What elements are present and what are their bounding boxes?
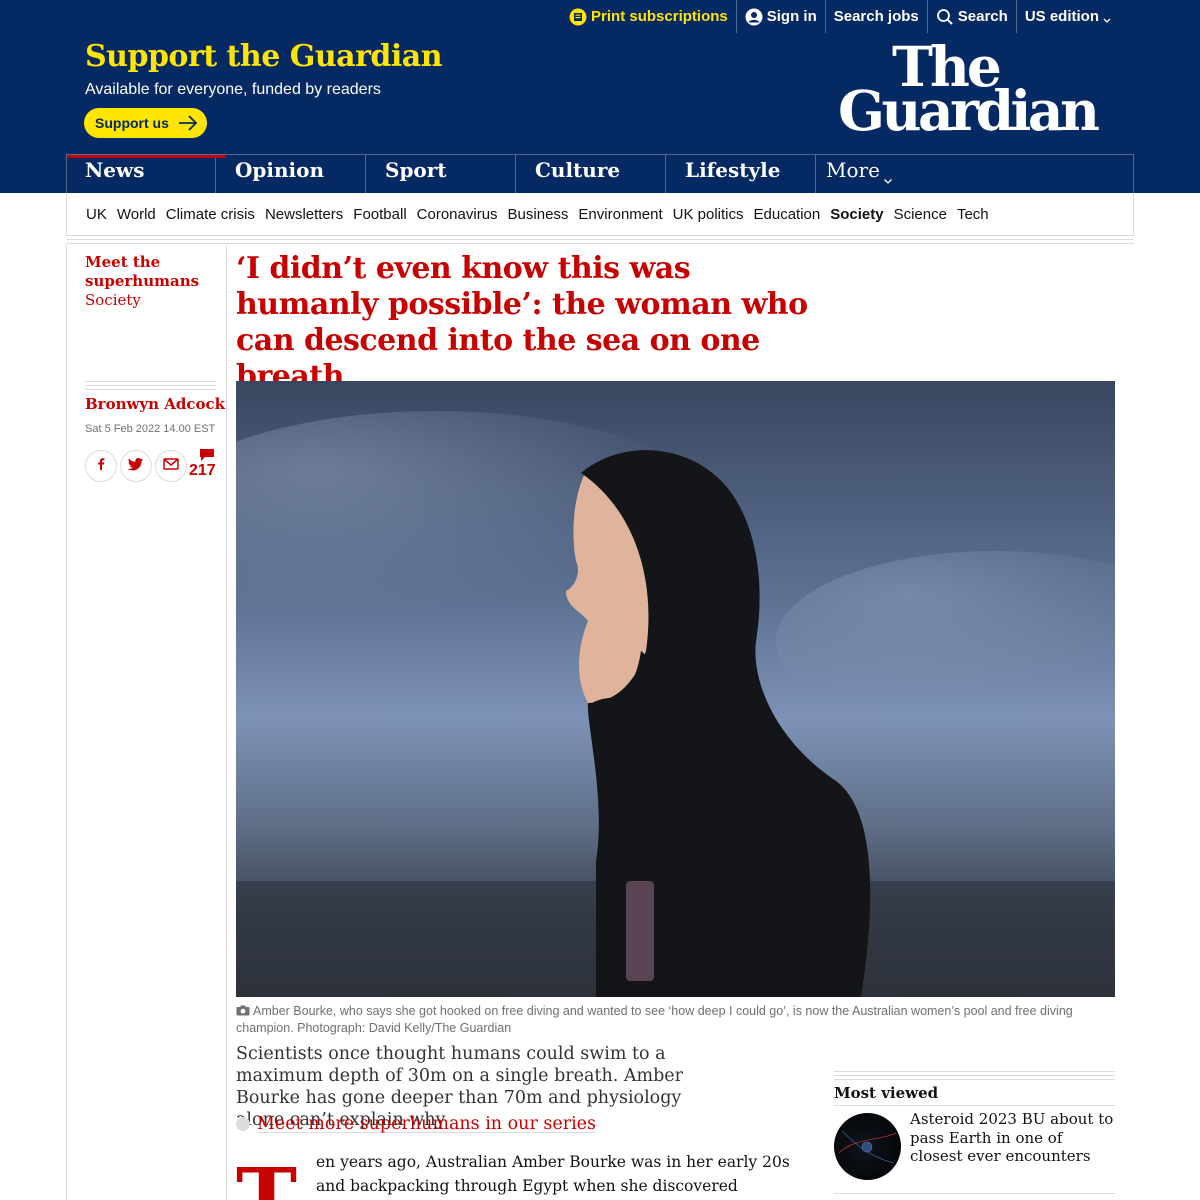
comments-link[interactable]: 217 — [189, 448, 221, 482]
photo-caption-text: Amber Bourke, who says she got hooked on… — [236, 1004, 1073, 1035]
sign-in-label: Sign in — [766, 8, 817, 25]
chevron-down-icon — [1102, 12, 1112, 23]
logo-guardian: Guardian — [838, 78, 1100, 143]
diver-portrait-illustration — [236, 381, 1115, 997]
subnav-item-environment[interactable]: Environment — [578, 206, 662, 223]
search-link[interactable]: Search — [926, 0, 1016, 33]
most-viewed-rule — [834, 1105, 1115, 1106]
sign-in-link[interactable]: Sign in — [735, 0, 825, 33]
pillar-more[interactable]: More — [816, 154, 1134, 193]
support-us-label: Support us — [95, 115, 169, 131]
article-body: en years ago, Australian Amber Bourke wa… — [316, 1153, 790, 1195]
subnav-item-world[interactable]: World — [117, 206, 156, 223]
drop-cap: T — [236, 1151, 298, 1200]
author-name[interactable]: Bronwyn Adcock — [85, 395, 225, 413]
byline-divider — [85, 381, 216, 393]
nav-divider — [66, 235, 1134, 245]
search-label: Search — [957, 8, 1008, 25]
sub-nav: UK World Climate crisis Newsletters Foot… — [66, 193, 1134, 235]
pillar-nav: News Opinion Sport Culture Lifestyle Mor… — [66, 154, 1134, 193]
most-viewed-headline[interactable]: Asteroid 2023 BU about to pass Earth in … — [910, 1110, 1115, 1166]
subnav-item-uk-politics[interactable]: UK politics — [673, 206, 744, 223]
search-jobs-link[interactable]: Search jobs — [824, 0, 927, 33]
share-email-button[interactable] — [155, 450, 187, 482]
chevron-down-icon — [883, 167, 893, 184]
subnav-item-newsletters[interactable]: Newsletters — [265, 206, 343, 223]
top-bar: Print subscriptions Sign in Search jobs … — [0, 0, 1200, 33]
most-viewed-bottom-rule — [834, 1193, 1115, 1194]
subnav-item-society[interactable]: Society — [830, 206, 883, 223]
photo-caption: Amber Bourke, who says she got hooked on… — [236, 1003, 1115, 1037]
most-viewed-divider — [834, 1071, 1115, 1083]
subnav-item-uk[interactable]: UK — [86, 206, 107, 223]
most-viewed-thumbnail[interactable] — [834, 1113, 901, 1180]
subnav-item-science[interactable]: Science — [894, 206, 947, 223]
article-headline: ‘I didn’t even know this was humanly pos… — [236, 251, 808, 394]
section-label[interactable]: Society — [85, 291, 141, 309]
series-link-label: Meet more superhumans in our series — [257, 1114, 597, 1134]
support-subtitle: Available for everyone, funded by reader… — [85, 81, 381, 98]
top-links: Print subscriptions Sign in Search jobs … — [561, 0, 1120, 33]
pillar-opinion[interactable]: Opinion — [216, 154, 366, 193]
search-icon — [936, 8, 954, 26]
twitter-icon — [128, 457, 144, 476]
print-icon — [569, 8, 587, 26]
share-buttons — [85, 450, 190, 482]
subnav-item-football[interactable]: Football — [353, 206, 406, 223]
subnav-item-business[interactable]: Business — [508, 206, 569, 223]
subnav-item-coronavirus[interactable]: Coronavirus — [417, 206, 498, 223]
pillar-news[interactable]: News — [66, 154, 226, 193]
print-subscriptions-label: Print subscriptions — [591, 8, 728, 25]
pillar-sport[interactable]: Sport — [366, 154, 516, 193]
arrow-right-icon — [178, 114, 198, 132]
facebook-icon — [94, 457, 108, 476]
subnav-item-education[interactable]: Education — [754, 206, 821, 223]
article-meta: Meet the superhumans Society Bronwyn Adc… — [66, 245, 227, 1200]
user-icon — [745, 8, 763, 26]
comment-count: 217 — [189, 462, 216, 479]
search-jobs-label: Search jobs — [833, 8, 919, 25]
subnav-item-climate-crisis[interactable]: Climate crisis — [166, 206, 255, 223]
asteroid-orbit-illustration — [838, 1130, 897, 1164]
publish-date: Sat 5 Feb 2022 14.00 EST — [85, 423, 216, 435]
guardian-logo[interactable]: The Guardian — [838, 39, 1118, 138]
subnav-item-tech[interactable]: Tech — [957, 206, 989, 223]
series-label[interactable]: Meet the superhumans — [85, 253, 225, 291]
pillar-more-label: More — [826, 158, 880, 182]
bullet-icon — [236, 1117, 250, 1131]
pillar-lifestyle[interactable]: Lifestyle — [666, 154, 816, 193]
main-photo[interactable] — [236, 381, 1115, 997]
share-twitter-button[interactable] — [120, 450, 152, 482]
support-us-button[interactable]: Support us — [84, 108, 207, 138]
email-icon — [163, 457, 179, 475]
support-title: Support the Guardian — [85, 39, 443, 74]
series-link[interactable]: Meet more superhumans in our series — [236, 1114, 596, 1134]
edition-selector[interactable]: US edition — [1015, 0, 1120, 33]
camera-icon — [236, 1004, 250, 1016]
print-subscriptions-link[interactable]: Print subscriptions — [561, 0, 736, 33]
share-facebook-button[interactable] — [85, 450, 117, 482]
edition-label: US edition — [1024, 8, 1099, 25]
pillar-culture[interactable]: Culture — [516, 154, 666, 193]
most-viewed-title: Most viewed — [834, 1084, 939, 1102]
